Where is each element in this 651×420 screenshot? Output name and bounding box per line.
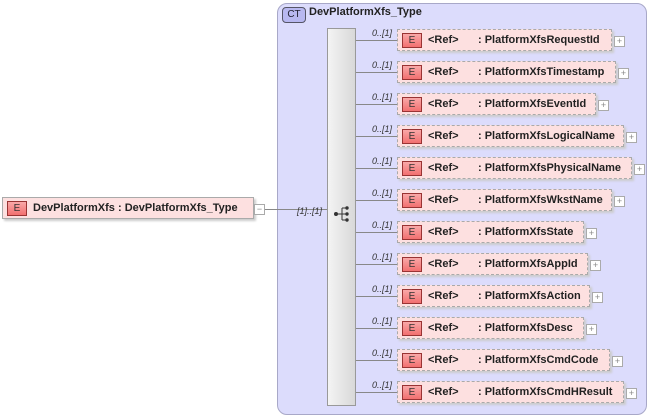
child-element[interactable]: E <Ref> : PlatformXfsTimestamp (397, 61, 616, 83)
child-cardinality: 0..[1] (372, 220, 393, 230)
child-cardinality: 0..[1] (372, 284, 393, 294)
expand-icon[interactable]: + (598, 100, 609, 111)
root-element[interactable]: E DevPlatformXfs : DevPlatformXfs_Type (2, 197, 254, 219)
ref-label: <Ref> (428, 194, 459, 206)
connector-line (356, 136, 397, 137)
element-type: : PlatformXfsRequestId (478, 34, 600, 46)
child-cardinality: 0..[1] (372, 252, 393, 262)
element-badge: E (402, 32, 422, 48)
child-element[interactable]: E <Ref> : PlatformXfsAction (397, 285, 590, 307)
connector-line (356, 200, 397, 201)
connector-line (356, 264, 397, 265)
child-element[interactable]: E <Ref> : PlatformXfsState (397, 221, 584, 243)
child-cardinality: 0..[1] (372, 156, 393, 166)
ref-label: <Ref> (428, 66, 459, 78)
element-type: : PlatformXfsLogicalName (478, 130, 615, 142)
connector-line (356, 72, 397, 73)
child-cardinality: 0..[1] (372, 124, 393, 134)
ref-label: <Ref> (428, 386, 459, 398)
child-element[interactable]: E <Ref> : PlatformXfsCmdHResult (397, 381, 624, 403)
expand-icon[interactable]: + (626, 132, 637, 143)
element-badge: E (402, 320, 422, 336)
expand-icon[interactable]: + (586, 228, 597, 239)
element-badge: E (402, 224, 422, 240)
element-badge: E (402, 96, 422, 112)
element-badge: E (402, 64, 422, 80)
connector-line (356, 296, 397, 297)
element-type: : PlatformXfsTimestamp (478, 66, 605, 78)
element-type: : PlatformXfsDesc (478, 322, 573, 334)
connector-line (356, 104, 397, 105)
child-cardinality: 0..[1] (372, 92, 393, 102)
ref-label: <Ref> (428, 162, 459, 174)
element-badge: E (402, 384, 422, 400)
child-cardinality: 0..[1] (372, 28, 393, 38)
child-element[interactable]: E <Ref> : PlatformXfsCmdCode (397, 349, 610, 371)
ref-label: <Ref> (428, 98, 459, 110)
complex-type-badge: CT (282, 7, 306, 23)
child-cardinality: 0..[1] (372, 60, 393, 70)
root-element-name: DevPlatformXfs (33, 202, 115, 214)
expand-icon[interactable]: + (612, 356, 623, 367)
expand-icon[interactable]: + (614, 196, 625, 207)
root-cardinality: [1]..[1] (297, 206, 323, 216)
element-type: : PlatformXfsAppId (478, 258, 578, 270)
connector-line (356, 40, 397, 41)
expand-icon[interactable]: + (590, 260, 601, 271)
element-badge: E (7, 200, 27, 216)
ref-label: <Ref> (428, 226, 459, 238)
child-element[interactable]: E <Ref> : PlatformXfsAppId (397, 253, 588, 275)
expand-icon[interactable]: + (614, 36, 625, 47)
root-element-type: : DevPlatformXfs_Type (117, 202, 238, 214)
element-type: : PlatformXfsEventId (478, 98, 587, 110)
element-badge: E (402, 288, 422, 304)
expand-icon[interactable]: + (634, 164, 645, 175)
expand-icon[interactable]: + (618, 68, 629, 79)
ref-label: <Ref> (428, 130, 459, 142)
element-type: : PlatformXfsCmdCode (478, 354, 599, 366)
element-type: : PlatformXfsPhysicalName (478, 162, 622, 174)
element-badge: E (402, 256, 422, 272)
expand-icon[interactable]: + (626, 388, 637, 399)
child-element[interactable]: E <Ref> : PlatformXfsRequestId (397, 29, 612, 51)
element-type: : PlatformXfsState (478, 226, 574, 238)
connector-line (356, 328, 397, 329)
ref-label: <Ref> (428, 354, 459, 366)
ref-label: <Ref> (428, 290, 459, 302)
connector-line (356, 168, 397, 169)
connector-line (356, 392, 397, 393)
expand-icon[interactable]: + (592, 292, 603, 303)
connector-line (356, 232, 397, 233)
ref-label: <Ref> (428, 34, 459, 46)
element-type: : PlatformXfsAction (478, 290, 581, 302)
element-badge: E (402, 192, 422, 208)
connector-line (356, 360, 397, 361)
child-element[interactable]: E <Ref> : PlatformXfsDesc (397, 317, 584, 339)
child-cardinality: 0..[1] (372, 188, 393, 198)
child-element[interactable]: E <Ref> : PlatformXfsEventId (397, 93, 596, 115)
sequence-icon (334, 206, 349, 222)
expand-icon[interactable]: + (586, 324, 597, 335)
child-element[interactable]: E <Ref> : PlatformXfsLogicalName (397, 125, 624, 147)
element-badge: E (402, 352, 422, 368)
element-type: : PlatformXfsWkstName (478, 194, 603, 206)
child-cardinality: 0..[1] (372, 316, 393, 326)
child-cardinality: 0..[1] (372, 380, 393, 390)
collapse-icon[interactable]: − (254, 204, 265, 215)
element-badge: E (402, 160, 422, 176)
element-badge: E (402, 128, 422, 144)
child-element[interactable]: E <Ref> : PlatformXfsWkstName (397, 189, 612, 211)
complex-type-title: DevPlatformXfs_Type (309, 6, 422, 18)
child-cardinality: 0..[1] (372, 348, 393, 358)
child-element[interactable]: E <Ref> : PlatformXfsPhysicalName (397, 157, 632, 179)
ref-label: <Ref> (428, 258, 459, 270)
element-type: : PlatformXfsCmdHResult (478, 386, 613, 398)
ref-label: <Ref> (428, 322, 459, 334)
